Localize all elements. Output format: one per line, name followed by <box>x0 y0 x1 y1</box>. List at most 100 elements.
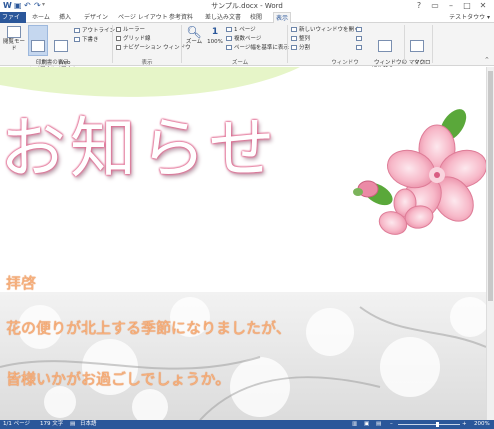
web-layout-view-icon[interactable]: ▤ <box>376 420 381 429</box>
user-account[interactable]: テストタウウ ▾ <box>449 12 490 23</box>
language[interactable]: 日本語 <box>80 420 97 429</box>
read-mode-view-icon[interactable]: ▥ <box>352 420 357 429</box>
side-by-side-icon <box>356 27 362 32</box>
document-canvas[interactable]: お知らせ 拝啓 花の便りが北上する季節になりましたが、 皆様いかがお過ごしでしょ… <box>0 67 486 420</box>
divider <box>432 25 433 63</box>
collapse-ribbon-icon[interactable]: ⌃ <box>484 56 490 64</box>
one-page-label: 1 ページ <box>234 27 256 33</box>
tab-file[interactable]: ファイル <box>0 12 26 32</box>
divider <box>112 25 113 63</box>
tab-references[interactable]: 参考資料 <box>167 12 195 23</box>
new-window-label: 新しいウィンドウを開く <box>299 27 360 33</box>
macro-group-label: マクロ <box>408 60 426 66</box>
zoom-button[interactable]: 🔍︎ ズーム <box>184 26 204 46</box>
switch-windows-icon <box>378 40 392 52</box>
macro-icon <box>410 40 424 52</box>
minimize-button[interactable]: – <box>444 0 458 12</box>
multiple-pages-label: 複数ページ <box>234 36 262 42</box>
read-mode-label: 閲覧モード <box>2 39 25 52</box>
outline-label: アウトライン <box>82 28 116 34</box>
print-layout-button[interactable]: 印刷 レイアウト <box>28 25 57 73</box>
draft-label: 下書き <box>82 37 99 43</box>
zoom-slider-thumb[interactable] <box>436 422 439 427</box>
zoom-in-button[interactable]: + <box>462 420 467 429</box>
sync-scroll-icon <box>356 36 362 41</box>
ruler-checkbox[interactable]: ルーラー <box>116 27 145 34</box>
page-width-button[interactable]: ページ幅を基準に表示 <box>226 45 289 52</box>
zoom-100-icon: 1 <box>211 27 219 37</box>
one-page-button[interactable]: 1 ページ <box>226 27 256 34</box>
split-label: 分割 <box>299 45 311 51</box>
new-window-button[interactable]: 新しいウィンドウを開く <box>291 27 360 34</box>
side-by-side-button[interactable] <box>356 27 364 34</box>
tab-design[interactable]: デザイン <box>82 12 110 23</box>
draft-icon <box>74 37 80 42</box>
green-swoosh-decoration <box>0 67 300 97</box>
notice-heading: お知らせ <box>0 110 279 187</box>
print-layout-icon <box>31 40 45 52</box>
divider <box>181 25 182 63</box>
tab-page-layout[interactable]: ページ レイアウト <box>116 12 170 23</box>
title-bar: W ▣ ↶ ↷ ▾ サンプル.docx - Word ? ▭ – □ ✕ <box>0 0 494 12</box>
body-line-1: 花の便りが北上する季節になりましたが、 <box>6 319 291 337</box>
reset-window-button[interactable] <box>356 45 364 52</box>
arrange-all-icon <box>291 36 297 41</box>
magnifier-icon: 🔍︎ <box>186 25 202 39</box>
multiple-pages-icon <box>226 36 232 41</box>
zoom-group-label: ズーム <box>231 60 249 66</box>
maximize-button[interactable]: □ <box>460 0 474 12</box>
divider <box>287 25 288 63</box>
proofing-icon[interactable]: ▤ <box>70 420 75 429</box>
one-page-icon <box>226 27 232 32</box>
tab-view[interactable]: 表示 <box>273 12 292 23</box>
draft-button[interactable]: 下書き <box>74 37 99 44</box>
zoom-slider[interactable] <box>398 424 460 425</box>
web-layout-icon <box>54 40 68 52</box>
multiple-pages-button[interactable]: 複数ページ <box>226 36 261 43</box>
arrange-all-label: 整列 <box>299 36 311 42</box>
checkbox-icon <box>116 36 121 41</box>
sakura-illustration <box>353 109 486 235</box>
scrollbar-thumb[interactable] <box>488 71 493 301</box>
tab-mailings[interactable]: 差し込み文書 <box>203 12 243 23</box>
new-window-icon <box>291 27 297 32</box>
checkbox-icon <box>116 27 121 32</box>
tab-review[interactable]: 校閲 <box>248 12 264 23</box>
gridlines-label: グリッド線 <box>123 36 151 42</box>
gridlines-checkbox[interactable]: グリッド線 <box>116 36 151 43</box>
vertical-scrollbar[interactable] <box>486 67 494 420</box>
body-line-2: 皆様いかがお過ごしでしょうか。 <box>6 370 231 388</box>
views-group-label: 文書の表示 <box>41 60 69 66</box>
zoom-100-button[interactable]: 1 100% <box>206 26 224 46</box>
show-group-label: 表示 <box>141 60 153 66</box>
window-group-label: ウィンドウ <box>331 60 359 66</box>
checkbox-icon <box>116 45 121 50</box>
print-layout-view-icon[interactable]: ▣ <box>364 420 369 429</box>
navigation-pane-checkbox[interactable]: ナビゲーション ウィンドウ <box>116 45 191 52</box>
zoom-percent[interactable]: 200% <box>474 420 490 429</box>
help-icon[interactable]: ? <box>412 0 426 12</box>
tab-insert[interactable]: 挿入 <box>57 12 73 23</box>
read-mode-icon <box>7 26 21 38</box>
word-count[interactable]: 179 文字 <box>40 420 63 429</box>
ribbon-display-options-icon[interactable]: ▭ <box>428 0 442 12</box>
reset-window-icon <box>356 45 362 50</box>
page-width-label: ページ幅を基準に表示 <box>234 45 289 51</box>
ribbon-tabs: ファイル ホーム 挿入 デザイン ページ レイアウト 参考資料 差し込み文書 校… <box>0 12 494 32</box>
zoom-100-label: 100% <box>207 39 223 45</box>
outline-button[interactable]: アウトライン <box>74 28 115 35</box>
greeting-line: 拝啓 <box>6 274 37 292</box>
split-button[interactable]: 分割 <box>291 45 310 52</box>
zoom-label: ズーム <box>185 39 203 45</box>
page-width-icon <box>226 45 232 50</box>
page-count[interactable]: 1/1 ページ <box>3 420 30 429</box>
read-mode-button[interactable]: 閲覧モード <box>2 26 26 53</box>
sync-scroll-button[interactable] <box>356 36 364 43</box>
zoom-out-button[interactable]: – <box>390 420 393 429</box>
status-bar: 1/1 ページ 179 文字 ▤ 日本語 ▥ ▣ ▤ – + 200% <box>0 420 494 429</box>
tab-home[interactable]: ホーム <box>30 12 52 23</box>
arrange-all-button[interactable]: 整列 <box>291 36 310 43</box>
split-icon <box>291 45 297 50</box>
ruler-label: ルーラー <box>123 27 146 33</box>
close-button[interactable]: ✕ <box>476 0 490 12</box>
